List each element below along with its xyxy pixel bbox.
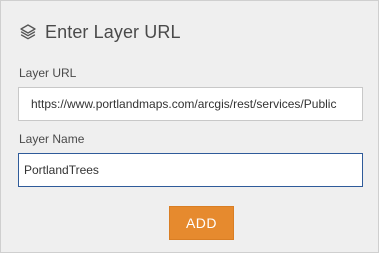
panel-title: Enter Layer URL xyxy=(45,21,181,42)
add-button[interactable]: ADD xyxy=(169,206,234,240)
layer-url-input[interactable] xyxy=(18,87,363,121)
panel-header: Enter Layer URL xyxy=(19,20,181,44)
layer-name-input[interactable] xyxy=(18,153,363,187)
enter-layer-url-panel: Enter Layer URL Layer URL Layer Name ADD xyxy=(0,0,379,253)
layer-url-label: Layer URL xyxy=(19,66,77,80)
layers-icon xyxy=(20,24,36,40)
layer-name-label: Layer Name xyxy=(19,132,85,146)
